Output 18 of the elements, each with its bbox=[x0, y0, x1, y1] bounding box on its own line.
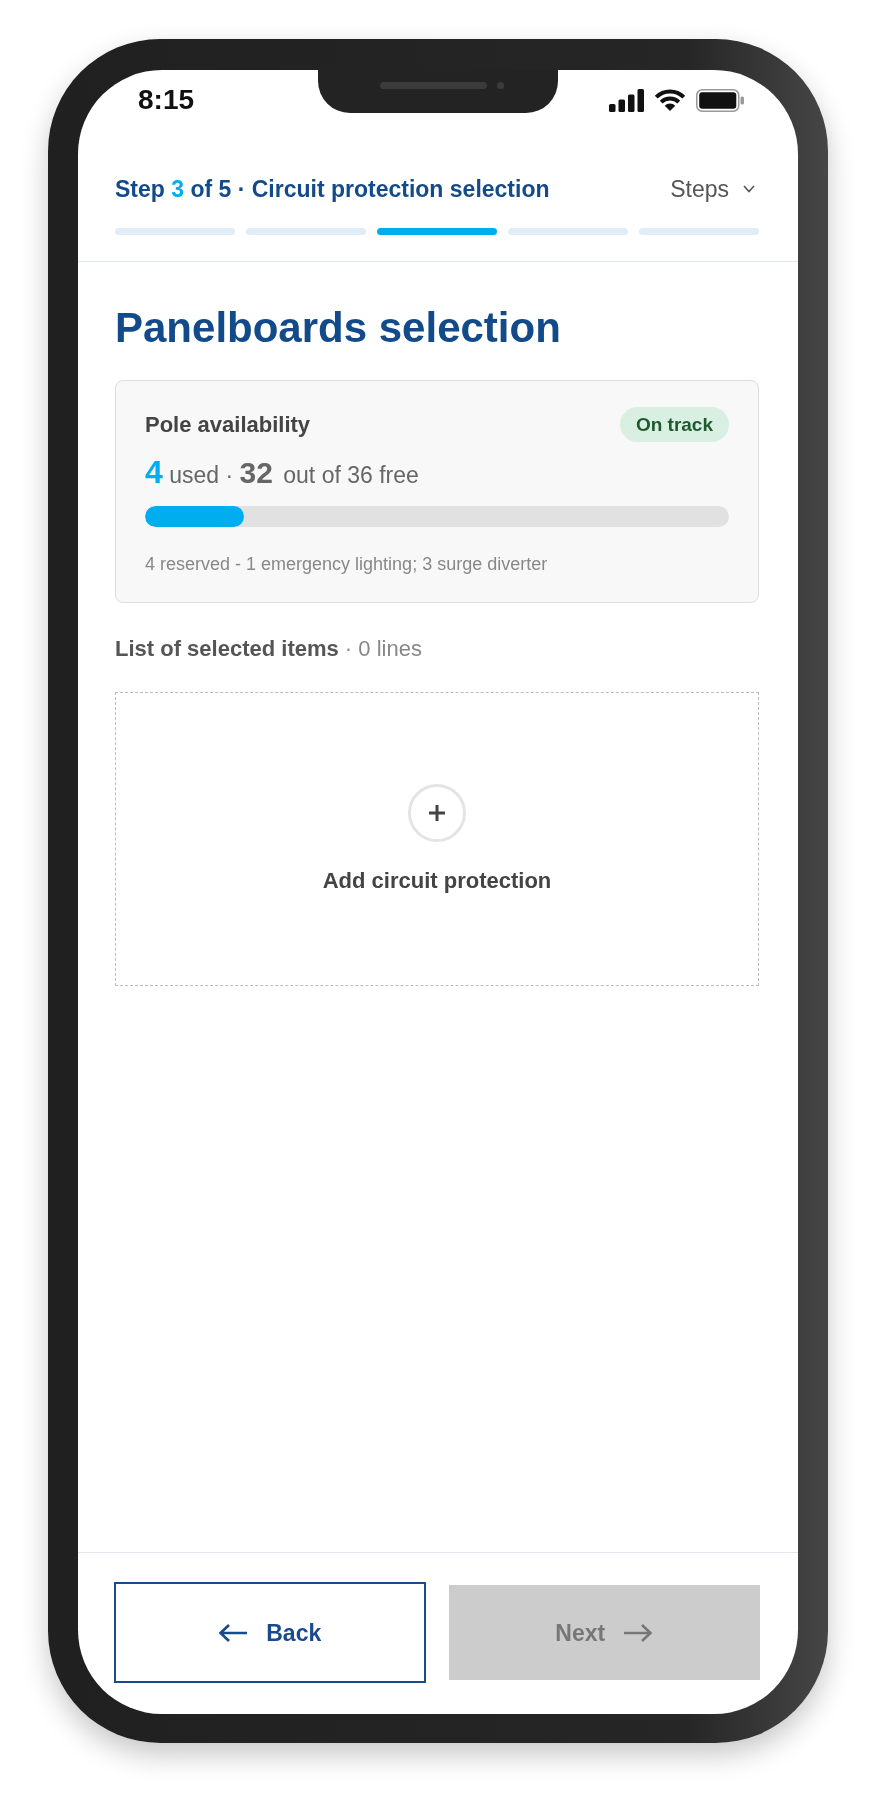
add-circuit-protection-button[interactable]: Add circuit protection bbox=[115, 692, 759, 986]
page-title: Panelboards selection bbox=[115, 303, 562, 353]
plus-icon bbox=[408, 783, 466, 842]
battery-icon bbox=[696, 88, 744, 112]
arrow-left-icon bbox=[218, 1622, 249, 1643]
signal-icon bbox=[609, 88, 644, 112]
reserved-note: 4 reserved - 1 emergency lighting; 3 surge diverter bbox=[145, 553, 549, 576]
card-title: Pole availability bbox=[145, 410, 311, 439]
status-badge: On track bbox=[619, 407, 729, 442]
arrow-right-icon bbox=[623, 1622, 654, 1643]
wifi-icon bbox=[654, 88, 686, 112]
back-button[interactable]: Back bbox=[114, 1582, 426, 1683]
list-heading: List of selected items · 0 lines bbox=[115, 635, 423, 663]
steps-dropdown[interactable]: Steps bbox=[670, 174, 755, 204]
status-time: 8:15 bbox=[138, 83, 195, 117]
step-title: Step 3 of 5 · Circuit protection selection bbox=[115, 175, 550, 204]
chevron-down-icon bbox=[743, 185, 755, 193]
pole-usage-text: 4 used · 32 out of 36 free bbox=[145, 454, 420, 490]
